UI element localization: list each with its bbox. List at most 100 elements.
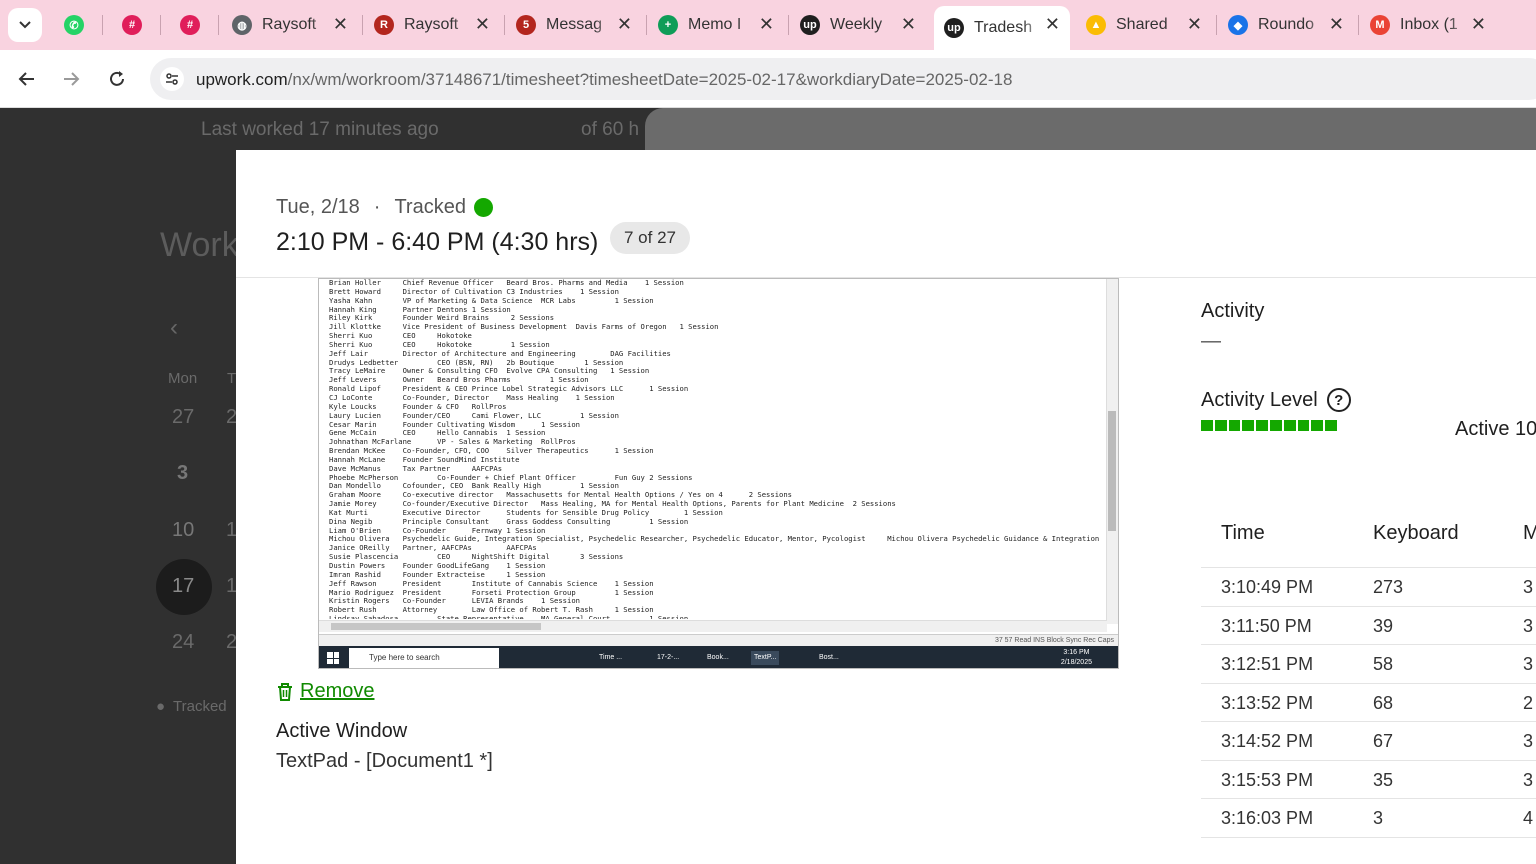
- browser-tab[interactable]: #: [112, 6, 156, 44]
- tab-label: Shared: [1116, 16, 1168, 33]
- tab-search-button[interactable]: [8, 8, 42, 42]
- table-row: 3:13:52 PM 68 2: [1201, 684, 1536, 722]
- trash-icon: [278, 682, 292, 701]
- url-path: /nx/wm/workroom/37148671/timesheet?times…: [287, 70, 1013, 89]
- tab-label: Roundo: [1258, 16, 1315, 33]
- screenshot-date: Tue, 2/18: [276, 196, 360, 218]
- calendar-date[interactable]: 3: [177, 462, 188, 485]
- browser-tab[interactable]: ◆ Roundo ✕: [1218, 6, 1354, 44]
- close-icon[interactable]: ✕: [1471, 15, 1486, 33]
- upwork-icon: up: [800, 15, 820, 35]
- site-settings-icon[interactable]: [160, 67, 184, 91]
- tab-label: Raysoft: [262, 16, 317, 33]
- browser-tab[interactable]: M Inbox (1 ✕: [1360, 6, 1496, 44]
- tab-separator: [1216, 15, 1217, 35]
- taskbar-search: Type here to search: [349, 648, 499, 668]
- screenshot-text-content: Brian Holler Chief Revenue Officer Beard…: [329, 279, 1101, 619]
- calendar-prev-icon[interactable]: ‹: [170, 314, 178, 342]
- close-icon[interactable]: ✕: [759, 15, 774, 33]
- date-line: Tue, 2/18 · Tracked: [276, 196, 493, 219]
- cell-keyboard: 58: [1373, 654, 1394, 674]
- tracked-status-icon: [473, 198, 493, 217]
- address-bar[interactable]: upwork.com/nx/wm/workroom/37148671/times…: [150, 58, 1536, 100]
- upwork-icon: up: [944, 18, 964, 38]
- activity-level-label: Activity Level: [1201, 388, 1318, 411]
- tracked-label: Tracked: [394, 196, 466, 218]
- back-button[interactable]: [10, 62, 44, 96]
- screenshot-status-bar: 37 57 Read INS Block Sync Rec Caps: [319, 634, 1118, 646]
- url-host: upwork.com: [196, 70, 288, 89]
- remove-button[interactable]: Remove: [276, 680, 374, 703]
- close-icon[interactable]: ✕: [1329, 15, 1344, 33]
- windows-start-icon: [327, 652, 339, 664]
- close-icon[interactable]: ✕: [475, 15, 490, 33]
- cell-mouse: 3: [1523, 731, 1534, 751]
- screenshot-detail-modal: Tue, 2/18 · Tracked 2:10 PM - 6:40 PM (4…: [236, 150, 1536, 864]
- table-row: 3:15:53 PM 35 3: [1201, 761, 1536, 799]
- col-header-mouse: M: [1523, 522, 1536, 544]
- browser-tab[interactable]: R Raysoft ✕: [364, 6, 500, 44]
- reload-button[interactable]: [100, 62, 134, 96]
- calendar-date[interactable]: 10: [172, 519, 194, 542]
- screenshot-count-badge: 7 of 27: [610, 222, 690, 254]
- browser-tab[interactable]: ▲ Shared ✕: [1076, 6, 1212, 44]
- taskbar-app: Time ...: [599, 654, 623, 661]
- screenshot-hscroll: [319, 620, 1107, 632]
- browser-tab[interactable]: up Weekly ✕: [790, 6, 926, 44]
- arrow-right-icon: [64, 72, 80, 86]
- close-icon[interactable]: ✕: [1045, 15, 1060, 33]
- cell-keyboard: 273: [1373, 577, 1404, 597]
- browser-tab[interactable]: ◍ Raysoft ✕: [222, 6, 358, 44]
- tab-label: Memo I: [688, 16, 742, 33]
- activity-level-segment: [1297, 420, 1310, 431]
- browser-tab[interactable]: up Tradesh ✕: [934, 6, 1070, 50]
- help-icon[interactable]: ?: [1326, 388, 1351, 412]
- cell-time: 3:16:03 PM: [1221, 808, 1314, 828]
- calendar-date[interactable]: 17: [172, 575, 194, 598]
- cell-keyboard: 39: [1373, 615, 1394, 636]
- activity-level-segment: [1256, 420, 1268, 431]
- sheets-icon: +: [658, 15, 678, 35]
- cell-time: 3:12:51 PM: [1221, 654, 1314, 674]
- active-window-value: TextPad - [Document1 *]: [276, 750, 493, 772]
- cell-keyboard: 35: [1373, 769, 1394, 790]
- cell-time: 3:10:49 PM: [1221, 577, 1314, 597]
- browser-tab[interactable]: #: [170, 6, 214, 44]
- cell-keyboard: 67: [1373, 731, 1394, 751]
- tab-separator: [218, 15, 219, 35]
- browser-tab[interactable]: + Memo I ✕: [648, 6, 784, 44]
- activity-level-segment: [1269, 420, 1282, 431]
- taskbar-clock: 3:16 PM 2/18/2025: [1061, 648, 1092, 668]
- close-icon[interactable]: ✕: [333, 15, 348, 33]
- activity-level-segment: [1325, 420, 1337, 431]
- roundup-icon: ◆: [1228, 15, 1248, 35]
- gmail-icon: M: [1370, 15, 1390, 35]
- cell-time: 3:13:52 PM: [1221, 692, 1314, 713]
- screenshot-image[interactable]: Brian Holler Chief Revenue Officer Beard…: [318, 278, 1119, 669]
- close-icon[interactable]: ✕: [901, 15, 916, 33]
- tab-separator: [646, 15, 647, 35]
- browser-tab[interactable]: ✆: [54, 6, 98, 44]
- active-window-label: Active Window: [276, 720, 408, 742]
- calendar-date[interactable]: 24: [172, 631, 194, 654]
- slack-icon: #: [122, 15, 142, 35]
- tab-label: Raysoft: [404, 16, 459, 33]
- page-heading: Work: [160, 226, 239, 264]
- tab-separator: [788, 15, 789, 35]
- reload-icon: [110, 71, 124, 86]
- cell-keyboard: 3: [1373, 808, 1384, 828]
- table-row: 3:16:03 PM 3 4: [1201, 799, 1536, 838]
- browser-tab[interactable]: 5 Messag ✕: [506, 6, 642, 44]
- taskbar-app: Bost...: [819, 654, 839, 661]
- screenshot-text-line: Lindsay Sabadosa State Representative MA…: [329, 614, 689, 619]
- calendar-date[interactable]: 27: [172, 406, 194, 429]
- cell-mouse: 4: [1523, 808, 1534, 828]
- close-icon[interactable]: ✕: [617, 15, 632, 33]
- slack-icon: #: [180, 15, 200, 35]
- screenshot-vscroll: [1106, 279, 1118, 624]
- close-icon[interactable]: ✕: [1187, 15, 1202, 33]
- tab-separator: [362, 15, 363, 35]
- tab-separator: [160, 15, 161, 35]
- forward-button[interactable]: [54, 62, 88, 96]
- activity-level-segment: [1201, 420, 1213, 431]
